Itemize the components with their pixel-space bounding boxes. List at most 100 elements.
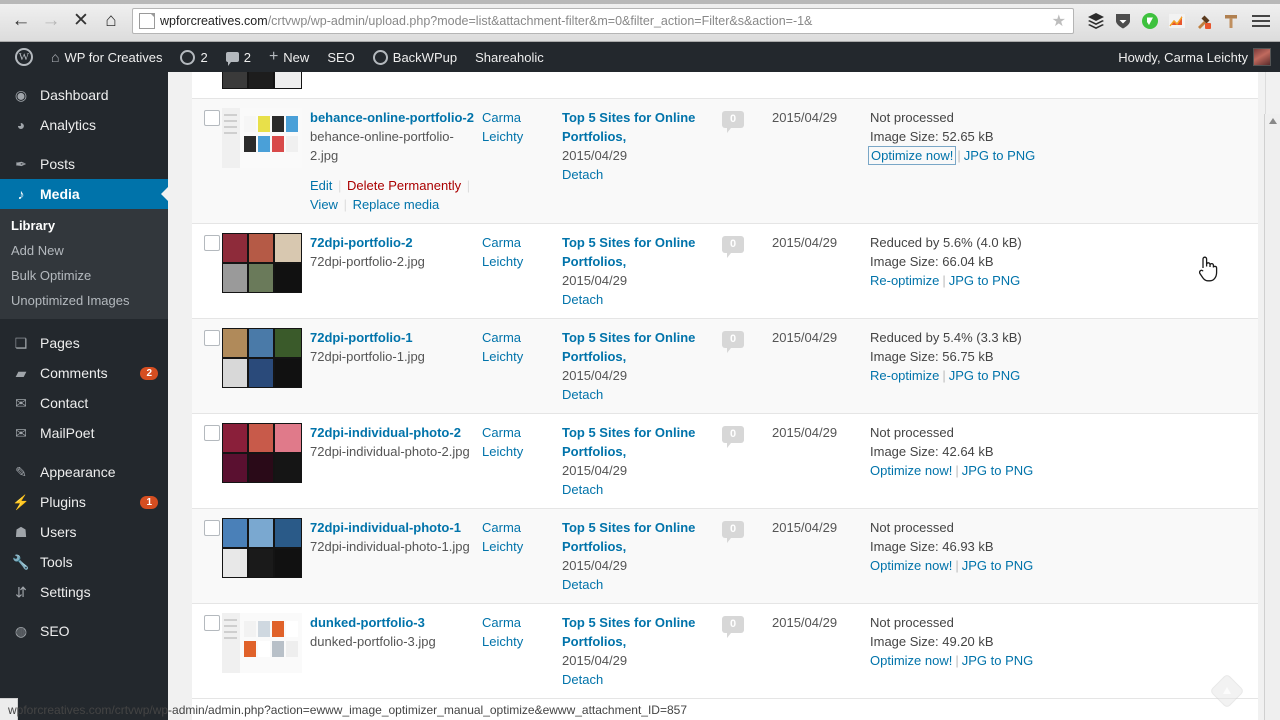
buffer-icon[interactable]: [1086, 11, 1106, 31]
comment-count-badge[interactable]: 0: [722, 616, 744, 633]
author-link[interactable]: Carma Leichty: [482, 330, 523, 364]
detach-link[interactable]: Detach: [562, 165, 714, 184]
comment-count-badge[interactable]: 0: [722, 111, 744, 128]
row-action-edit[interactable]: Edit: [310, 178, 332, 193]
convert-format-link[interactable]: JPG to PNG: [949, 368, 1021, 383]
media-thumbnail[interactable]: [222, 72, 302, 89]
hamburger-menu-icon[interactable]: [1252, 15, 1270, 27]
adminbar-backwpup[interactable]: BackWPup: [364, 42, 466, 72]
adminbar-shareaholic[interactable]: Shareaholic: [466, 42, 553, 72]
row-checkbox[interactable]: [204, 425, 220, 441]
adminbar-wp-logo[interactable]: W: [6, 42, 42, 72]
media-thumbnail[interactable]: [222, 328, 302, 388]
author-link[interactable]: Carma Leichty: [482, 110, 523, 144]
media-thumbnail[interactable]: [222, 423, 302, 483]
forward-arrow-icon[interactable]: →: [36, 6, 66, 36]
sidebar-item-dashboard[interactable]: ◉Dashboard: [0, 80, 168, 110]
detach-link[interactable]: Detach: [562, 575, 714, 594]
detach-link[interactable]: Detach: [562, 290, 714, 309]
convert-format-link[interactable]: JPG to PNG: [962, 653, 1034, 668]
media-thumbnail[interactable]: [222, 518, 302, 578]
submenu-item-library[interactable]: Library: [0, 213, 168, 238]
feedly-tab-icon[interactable]: [1210, 674, 1244, 708]
shield-icon[interactable]: [1113, 11, 1133, 31]
hammer-icon[interactable]: [1221, 11, 1241, 31]
sidebar-item-tools[interactable]: 🔧Tools: [0, 547, 168, 577]
sidebar-item-comments[interactable]: ▰Comments2: [0, 358, 168, 388]
stop-x-icon[interactable]: ✕: [66, 6, 96, 36]
adminbar-new[interactable]: + New: [260, 42, 318, 72]
scroll-up-arrow-icon[interactable]: [1269, 118, 1277, 124]
comment-count-badge[interactable]: 0: [722, 236, 744, 253]
convert-format-link[interactable]: JPG to PNG: [949, 273, 1021, 288]
submenu-item-bulk-optimize[interactable]: Bulk Optimize: [0, 263, 168, 288]
optimize-now-link[interactable]: Optimize now!: [870, 463, 952, 478]
row-action-delete-permanently[interactable]: Delete Permanently: [347, 178, 461, 193]
sidebar-item-posts[interactable]: ✒Posts: [0, 149, 168, 179]
optimize-now-link[interactable]: Re-optimize: [870, 273, 939, 288]
analytics-icon[interactable]: [1167, 11, 1187, 31]
window-scrollbar[interactable]: [1264, 114, 1280, 720]
sidebar-item-contact[interactable]: ✉Contact: [0, 388, 168, 418]
sidebar-item-plugins[interactable]: ⚡Plugins1: [0, 487, 168, 517]
convert-format-link[interactable]: JPG to PNG: [962, 558, 1034, 573]
media-thumbnail[interactable]: [222, 108, 302, 168]
media-title-link[interactable]: dunked-portfolio-3: [310, 613, 474, 632]
convert-format-link[interactable]: JPG to PNG: [964, 148, 1036, 163]
colorzilla-icon[interactable]: [1194, 11, 1214, 31]
sidebar-item-mailpoet[interactable]: ✉MailPoet: [0, 418, 168, 448]
optimize-now-link[interactable]: Optimize now!: [870, 558, 952, 573]
comment-count-badge[interactable]: 0: [722, 331, 744, 348]
sidebar-item-media[interactable]: ♪Media: [0, 179, 168, 209]
row-action-view[interactable]: View: [310, 197, 338, 212]
attached-post-link[interactable]: Top 5 Sites for Online Portfolios,: [562, 425, 695, 459]
sidebar-item-pages[interactable]: ❏Pages: [0, 328, 168, 358]
row-checkbox[interactable]: [204, 615, 220, 631]
adminbar-site-name[interactable]: ⌂ WP for Creatives: [42, 42, 171, 72]
adminbar-comments[interactable]: 2: [217, 42, 260, 72]
optimize-now-link[interactable]: Optimize now!: [870, 148, 954, 163]
sidebar-item-appearance[interactable]: ✎Appearance: [0, 457, 168, 487]
star-icon[interactable]: ★: [1049, 11, 1069, 31]
attached-post-link[interactable]: Top 5 Sites for Online Portfolios,: [562, 330, 695, 364]
detach-link[interactable]: Detach: [562, 480, 714, 499]
evernote-icon[interactable]: [1140, 11, 1160, 31]
address-bar[interactable]: wpforcreatives.com/crtvwp/wp-admin/uploa…: [132, 8, 1074, 34]
attached-post-link[interactable]: Top 5 Sites for Online Portfolios,: [562, 235, 695, 269]
sidebar-item-seo[interactable]: ◍SEO: [0, 616, 168, 646]
media-title-link[interactable]: 72dpi-portfolio-2: [310, 233, 474, 252]
back-arrow-icon[interactable]: ←: [6, 6, 36, 36]
attached-post-link[interactable]: Top 5 Sites for Online Portfolios,: [562, 615, 695, 649]
media-title-link[interactable]: behance-online-portfolio-2: [310, 108, 474, 127]
row-checkbox[interactable]: [204, 235, 220, 251]
row-checkbox[interactable]: [204, 520, 220, 536]
submenu-item-unoptimized-images[interactable]: Unoptimized Images: [0, 288, 168, 313]
sidebar-item-users[interactable]: ☗Users: [0, 517, 168, 547]
optimize-now-link[interactable]: Optimize now!: [870, 653, 952, 668]
media-thumbnail[interactable]: [222, 613, 302, 673]
adminbar-seo[interactable]: SEO: [318, 42, 363, 72]
convert-format-link[interactable]: JPG to PNG: [962, 463, 1034, 478]
adminbar-account[interactable]: Howdy, Carma Leichty: [1109, 42, 1280, 72]
attached-post-link[interactable]: Top 5 Sites for Online Portfolios,: [562, 110, 695, 144]
detach-link[interactable]: Detach: [562, 385, 714, 404]
media-title-link[interactable]: 72dpi-portfolio-1: [310, 328, 474, 347]
author-link[interactable]: Carma Leichty: [482, 235, 523, 269]
row-checkbox[interactable]: [204, 110, 220, 126]
author-link[interactable]: Carma Leichty: [482, 615, 523, 649]
row-action-replace-media[interactable]: Replace media: [353, 197, 440, 212]
sidebar-item-analytics[interactable]: ◕Analytics: [0, 110, 168, 140]
row-checkbox[interactable]: [204, 330, 220, 346]
adminbar-updates[interactable]: 2: [171, 42, 216, 72]
attached-post-link[interactable]: Top 5 Sites for Online Portfolios,: [562, 520, 695, 554]
author-link[interactable]: Carma Leichty: [482, 425, 523, 459]
author-link[interactable]: Carma Leichty: [482, 520, 523, 554]
comment-count-badge[interactable]: 0: [722, 426, 744, 443]
media-title-link[interactable]: 72dpi-individual-photo-2: [310, 423, 474, 442]
comment-count-badge[interactable]: 0: [722, 521, 744, 538]
media-thumbnail[interactable]: [222, 233, 302, 293]
home-icon[interactable]: ⌂: [96, 6, 126, 36]
detach-link[interactable]: Detach: [562, 670, 714, 689]
submenu-item-add-new[interactable]: Add New: [0, 238, 168, 263]
optimize-now-link[interactable]: Re-optimize: [870, 368, 939, 383]
